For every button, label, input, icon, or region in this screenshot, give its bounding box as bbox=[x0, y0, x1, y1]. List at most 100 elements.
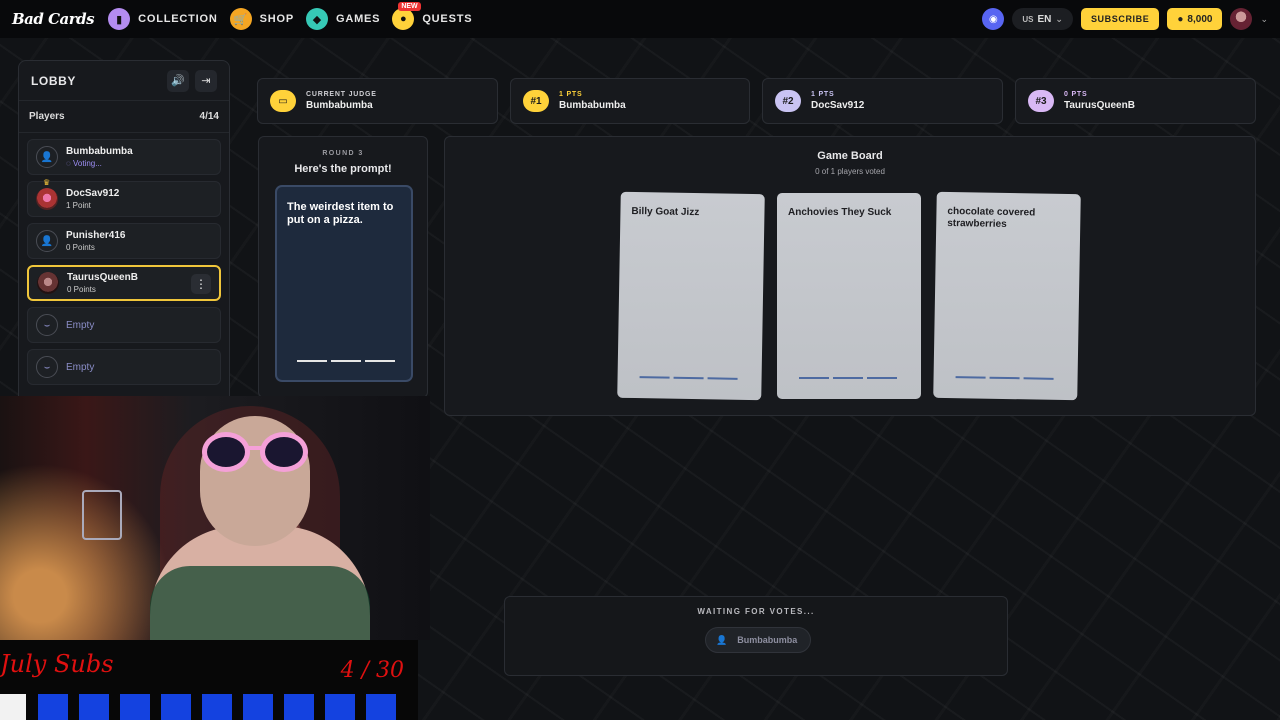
card-icon: ▮ bbox=[108, 8, 131, 30]
players-count: 4/14 bbox=[199, 111, 219, 122]
sound-button[interactable]: 🔊 bbox=[167, 69, 189, 92]
prompt-panel: ROUND 3 Here's the prompt! The weirdest … bbox=[258, 136, 428, 398]
rank-name: DocSav912 bbox=[811, 100, 865, 111]
nav-games-label: GAMES bbox=[335, 13, 381, 25]
crown-icon: ♛ bbox=[43, 178, 51, 187]
answer-blanks bbox=[955, 376, 1054, 380]
exit-icon: ⇥ bbox=[201, 75, 211, 87]
top-navigation: Bad Cards ▮ COLLECTION 🛒 SHOP ◆ GAMES ● … bbox=[0, 0, 1280, 38]
discord-icon[interactable]: ◉ bbox=[982, 8, 1005, 30]
subs-goal-overlay: July Subs 4 / 30 bbox=[0, 640, 418, 720]
game-icon: ◆ bbox=[305, 8, 328, 30]
rank-3-card: #3 0 PTS TaurusQueenB bbox=[1015, 78, 1256, 124]
rank-badge: #2 bbox=[775, 90, 801, 112]
subs-progress bbox=[0, 694, 407, 720]
player-points: 1 Point bbox=[66, 201, 91, 210]
player-points: 0 Points bbox=[67, 285, 96, 294]
user-icon: 👤 bbox=[716, 634, 728, 645]
empty-label: Empty bbox=[66, 319, 95, 331]
lobby-panel: LOBBY 🔊 ⇥ Players 4/14 👤 Bumbabumba ◌ Vo… bbox=[18, 60, 230, 405]
answer-blanks bbox=[639, 376, 738, 380]
prompt-heading: Here's the prompt! bbox=[294, 163, 392, 175]
prompt-blanks bbox=[297, 360, 395, 362]
waiting-player-name: Bumbabumba bbox=[737, 635, 798, 645]
avatar bbox=[36, 188, 58, 210]
figure-box bbox=[82, 490, 122, 540]
lobby-title: LOBBY bbox=[31, 73, 76, 88]
chevron-down-icon[interactable]: ⌄ bbox=[1260, 14, 1268, 25]
empty-label: Empty bbox=[66, 361, 95, 373]
answer-text: Anchovies They Suck bbox=[788, 207, 892, 218]
coin-balance[interactable]: ● 8,000 bbox=[1167, 8, 1223, 30]
board-title: Game Board bbox=[817, 150, 883, 162]
language-label: EN bbox=[1037, 13, 1052, 25]
nav-collection[interactable]: ▮ COLLECTION bbox=[108, 8, 218, 30]
user-avatar[interactable] bbox=[1230, 8, 1253, 30]
region-label: US bbox=[1022, 14, 1034, 24]
nav-shop-label: SHOP bbox=[259, 13, 294, 25]
waiting-panel: WAITING FOR VOTES... 👤 Bumbabumba bbox=[504, 596, 1008, 676]
players-label: Players bbox=[29, 111, 65, 122]
kebab-icon: ⋮ bbox=[195, 277, 207, 291]
player-slot[interactable]: 👤 Bumbabumba ◌ Voting... bbox=[27, 139, 221, 175]
prompt-text: The weirdest item to put on a pizza. bbox=[287, 201, 394, 226]
webcam-overlay bbox=[0, 396, 430, 640]
rank-badge: #1 bbox=[523, 90, 549, 112]
seat-icon: ⌣ bbox=[36, 356, 58, 378]
nav-shop[interactable]: 🛒 SHOP bbox=[229, 8, 294, 30]
rank-name: Bumbabumba bbox=[559, 100, 626, 111]
cart-icon: 🛒 bbox=[229, 8, 252, 30]
waiting-player-chip: 👤 Bumbabumba bbox=[705, 627, 811, 653]
leave-button[interactable]: ⇥ bbox=[195, 69, 217, 92]
player-points: 0 Points bbox=[66, 243, 95, 252]
coin-icon: ● bbox=[1177, 13, 1184, 25]
answer-text: chocolate covered strawberries bbox=[947, 205, 1036, 230]
answer-card[interactable]: Anchovies They Suck bbox=[777, 193, 921, 399]
sunglasses bbox=[202, 432, 312, 472]
player-name: DocSav912 bbox=[66, 188, 120, 199]
current-judge-card: ▭ CURRENT JUDGE Bumbabumba bbox=[257, 78, 498, 124]
player-slot[interactable]: ♛ DocSav912 1 Point bbox=[27, 178, 221, 217]
prompt-card: The weirdest item to put on a pizza. bbox=[275, 185, 413, 382]
nav-quests-label: QUESTS bbox=[422, 13, 473, 25]
nav-games[interactable]: ◆ GAMES bbox=[305, 8, 381, 30]
subscribe-button[interactable]: SUBSCRIBE bbox=[1080, 8, 1160, 30]
player-name: Bumbabumba bbox=[66, 146, 133, 157]
rank-points: 1 PTS bbox=[811, 91, 835, 98]
judge-name: Bumbabumba bbox=[306, 100, 373, 111]
quest-icon: ● bbox=[392, 8, 415, 30]
waiting-title: WAITING FOR VOTES... bbox=[697, 607, 815, 616]
nav-quests[interactable]: ● NEW QUESTS bbox=[392, 2, 473, 30]
judge-label: CURRENT JUDGE bbox=[306, 91, 377, 98]
more-options-button[interactable]: ⋮ bbox=[191, 274, 211, 294]
seat-icon: ⌣ bbox=[36, 314, 58, 336]
player-status: ◌ Voting... bbox=[66, 159, 102, 168]
answer-card[interactable]: chocolate covered strawberries bbox=[933, 191, 1081, 401]
speaker-icon: 🔊 bbox=[171, 75, 185, 87]
rank-name: TaurusQueenB bbox=[1064, 100, 1135, 111]
language-selector[interactable]: US EN ⌄ bbox=[1012, 8, 1073, 30]
chevron-down-icon: ⌄ bbox=[1055, 13, 1063, 24]
round-label: ROUND 3 bbox=[322, 150, 364, 157]
player-slot[interactable]: 👤 Punisher416 0 Points bbox=[27, 223, 221, 259]
user-icon: 👤 bbox=[36, 146, 58, 168]
new-badge: NEW bbox=[398, 2, 421, 11]
judge-icon: ▭ bbox=[270, 90, 296, 112]
empty-slot[interactable]: ⌣ Empty bbox=[27, 349, 221, 385]
answer-card[interactable]: Billy Goat Jizz bbox=[617, 191, 765, 401]
spinner-icon: ◌ bbox=[66, 159, 73, 168]
rank-2-card: #2 1 PTS DocSav912 bbox=[762, 78, 1003, 124]
answer-blanks bbox=[799, 377, 897, 379]
player-slot-self[interactable]: TaurusQueenB 0 Points ⋮ bbox=[27, 265, 221, 301]
game-board: Game Board 0 of 1 players voted Billy Go… bbox=[444, 136, 1256, 416]
rank-points: 0 PTS bbox=[1064, 91, 1088, 98]
subs-count: 4 / 30 bbox=[340, 658, 404, 683]
logo[interactable]: Bad Cards bbox=[12, 10, 95, 28]
rank-points: 1 PTS bbox=[559, 91, 583, 98]
empty-slot[interactable]: ⌣ Empty bbox=[27, 307, 221, 343]
player-name: Punisher416 bbox=[66, 230, 126, 241]
rank-1-card: #1 1 PTS Bumbabumba bbox=[510, 78, 750, 124]
subs-title: July Subs bbox=[0, 650, 114, 678]
coin-amount: 8,000 bbox=[1187, 13, 1213, 25]
rank-badge: #3 bbox=[1028, 90, 1054, 112]
